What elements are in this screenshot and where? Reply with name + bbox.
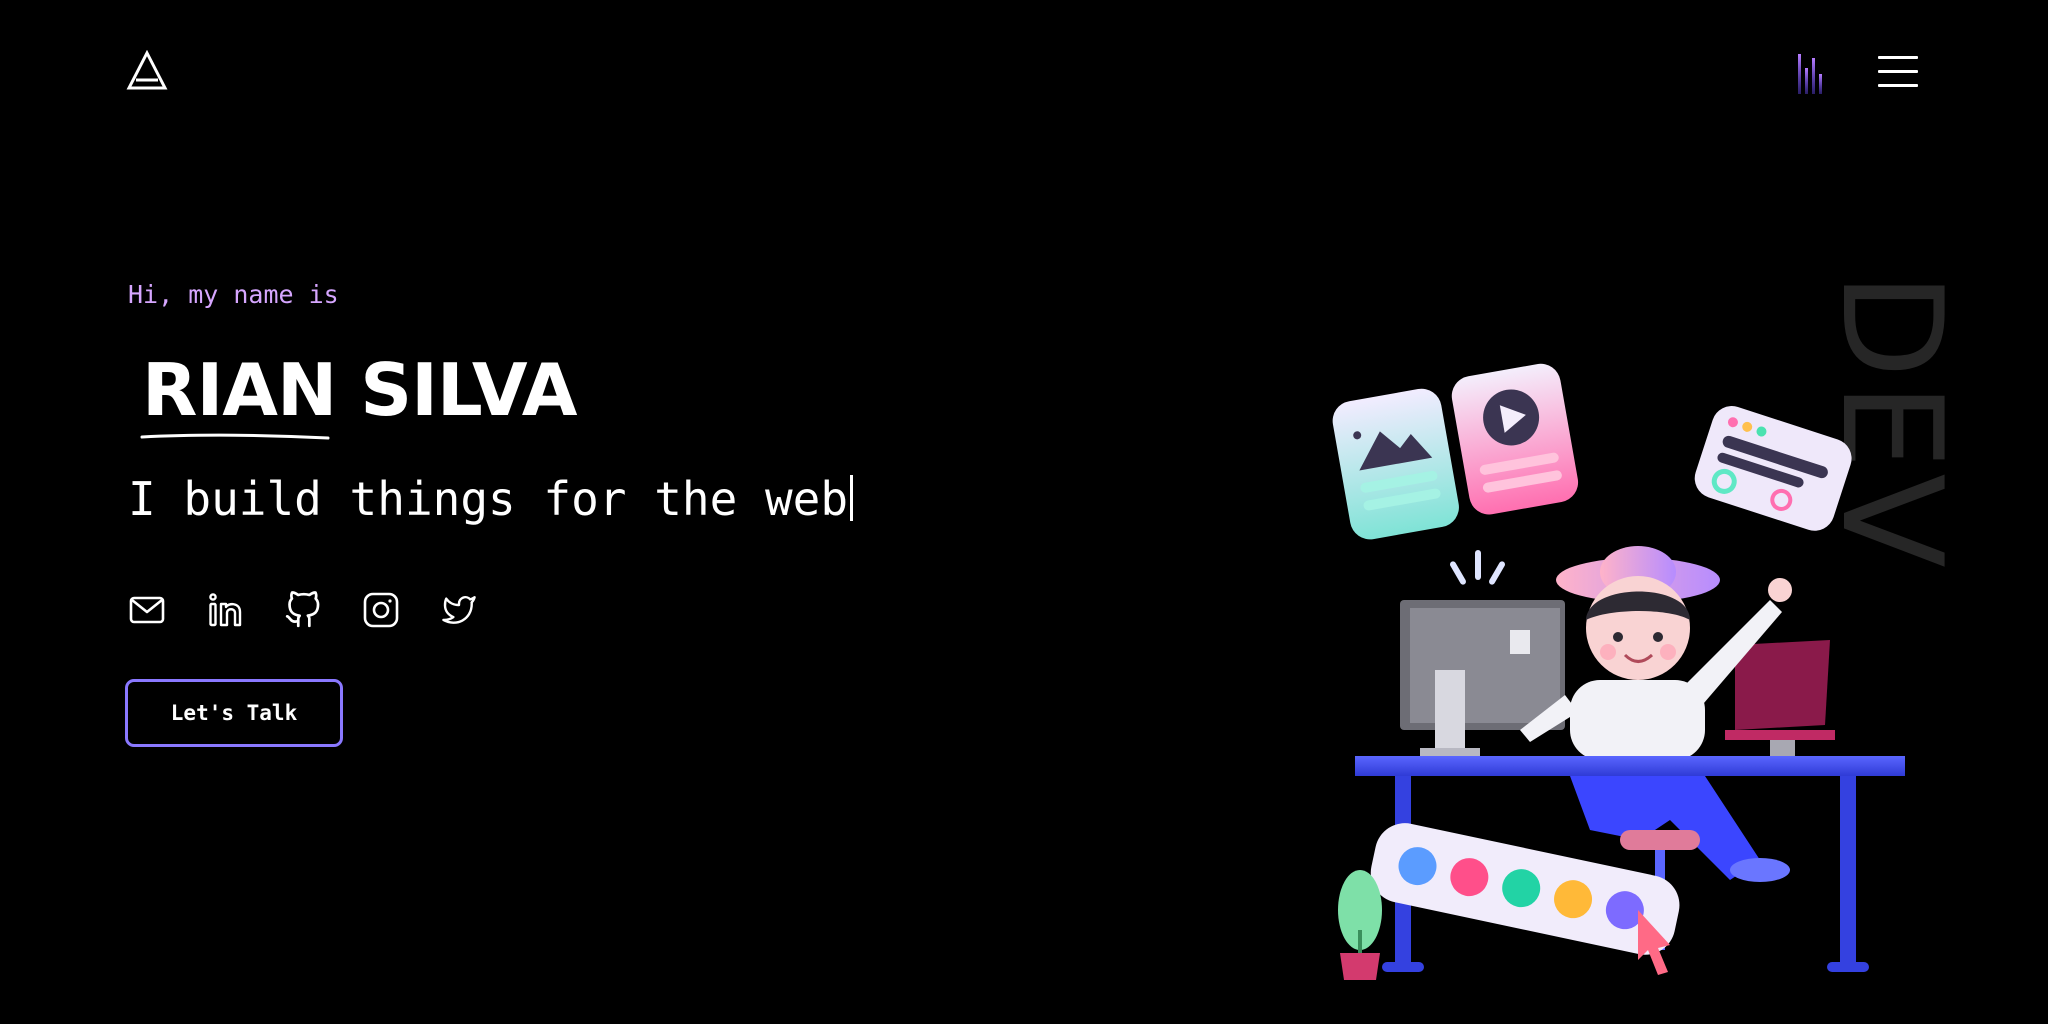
hero-name: RIAN SILVA [142,348,577,432]
linkedin-link[interactable] [206,590,244,630]
developer-illustration [1332,363,1905,980]
audio-bars-icon[interactable] [1796,50,1826,98]
typing-caret [850,475,854,521]
linkedin-icon [209,593,242,627]
instagram-icon [363,592,399,628]
mail-link[interactable] [128,590,166,630]
instagram-link[interactable] [362,590,400,630]
tagline: I build things for the web [128,472,854,526]
hero-section: Hi, my name is RIAN SILVA I build things… [125,0,1028,1024]
hamburger-menu-icon[interactable] [1878,54,1922,90]
name-underline [140,433,330,440]
github-icon [285,591,320,628]
mail-icon [129,596,165,624]
greeting-text: Hi, my name is [128,280,339,309]
github-link[interactable] [284,590,322,630]
lets-talk-button[interactable]: Let's Talk [125,679,343,747]
twitter-link[interactable] [440,590,478,630]
tagline-text: I build things for the web [128,472,849,526]
social-links [128,590,478,630]
twitter-icon [442,595,476,624]
